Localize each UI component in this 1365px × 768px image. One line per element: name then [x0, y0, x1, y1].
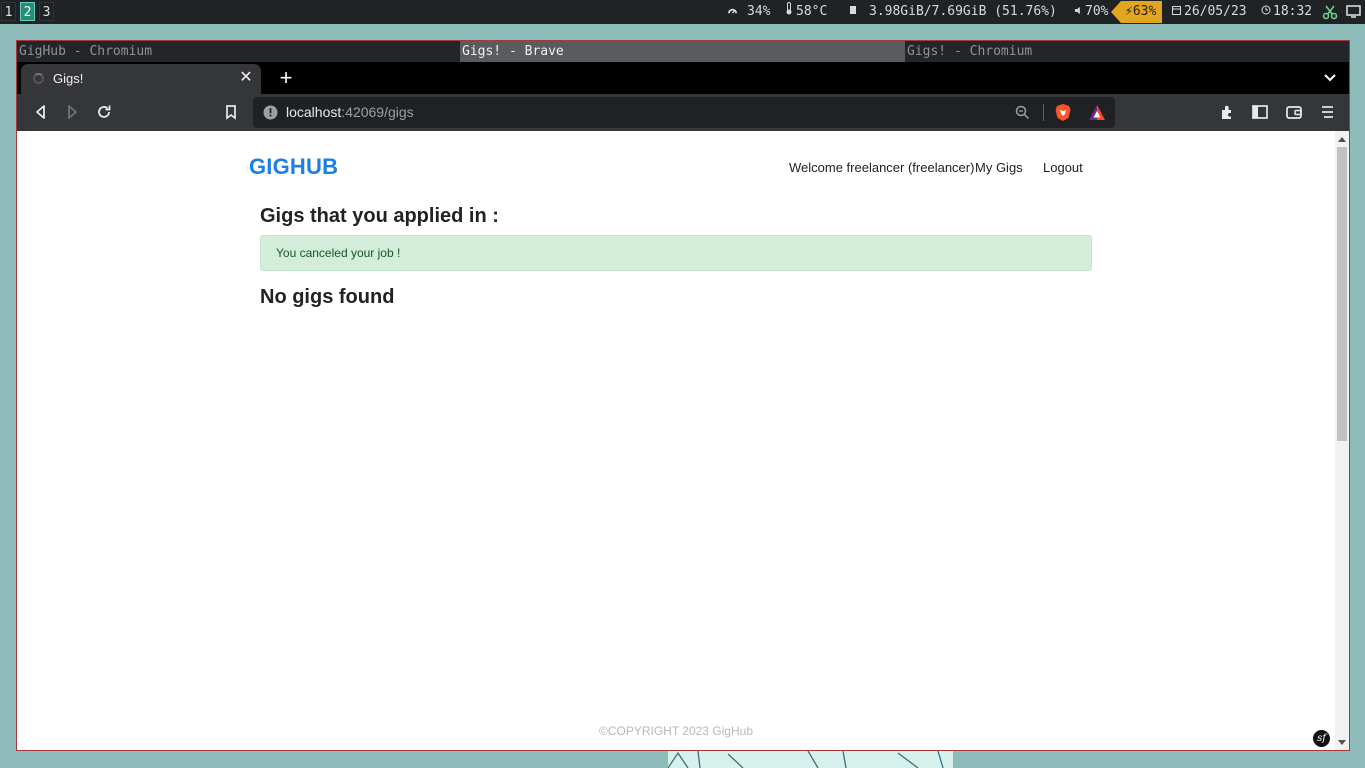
- url-text[interactable]: localhost:42069/gigs: [286, 104, 414, 120]
- close-tab-icon[interactable]: ✕: [237, 69, 255, 87]
- cpu-usage: 34%: [747, 4, 771, 19]
- tab-title: Gigs!: [53, 71, 84, 86]
- clock-icon: [1261, 0, 1271, 24]
- logout-link[interactable]: Logout: [1043, 160, 1083, 175]
- workspace-1[interactable]: 1: [1, 2, 16, 21]
- page-viewport: GIGHUB Welcome freelancer (freelancer) M…: [17, 131, 1335, 750]
- zoom-icon[interactable]: [1015, 105, 1030, 125]
- menu-icon[interactable]: [1318, 102, 1338, 122]
- new-tab-button[interactable]: +: [275, 66, 297, 90]
- chevron-down-icon[interactable]: [1323, 70, 1337, 89]
- my-gigs-link[interactable]: My Gigs: [975, 160, 1023, 175]
- url-host: localhost: [286, 104, 342, 120]
- back-icon[interactable]: [31, 102, 51, 122]
- tab-gigs[interactable]: Gigs! ✕: [21, 64, 261, 94]
- browser-window: GigHub - Chromium Gigs! - Brave Gigs! - …: [16, 40, 1350, 751]
- address-bar[interactable]: localhost:42069/gigs: [253, 97, 1115, 128]
- workspace-3[interactable]: 3: [39, 2, 54, 21]
- site-info-icon[interactable]: [263, 105, 278, 125]
- wm-title-gighub-chromium[interactable]: GigHub - Chromium: [17, 41, 462, 62]
- thermometer-icon: [785, 0, 793, 24]
- time: 18:32: [1273, 4, 1313, 19]
- page-title: Gigs that you applied in :: [260, 205, 499, 227]
- symfony-debug-icon[interactable]: sf: [1313, 730, 1330, 747]
- tab-strip: Gigs! ✕ +: [17, 62, 1349, 94]
- loading-spinner-icon: [33, 73, 44, 84]
- cpu-temperature: 58°C: [796, 4, 828, 19]
- success-alert: You canceled your job !: [260, 235, 1092, 271]
- wm-title-gigs-brave[interactable]: Gigs! - Brave: [460, 41, 905, 62]
- scroll-down-arrow-icon[interactable]: [1338, 740, 1346, 745]
- scroll-up-arrow-icon[interactable]: [1338, 137, 1346, 142]
- url-path: :42069/gigs: [341, 104, 414, 120]
- brave-shields-icon[interactable]: [1054, 103, 1072, 127]
- gauge-icon: [728, 0, 737, 24]
- speaker-icon: [1074, 0, 1083, 24]
- wallet-icon[interactable]: [1284, 102, 1304, 122]
- status-bar: 1 2 3 34% 58°C 3.98GiB/7.69GiB (51.76%) …: [0, 0, 1365, 24]
- empty-state-message: No gigs found: [260, 286, 395, 308]
- memory-icon: [849, 0, 857, 24]
- tray-window-icon[interactable]: [1346, 0, 1361, 24]
- date: 26/05/23: [1184, 4, 1247, 19]
- battery-charging-icon: ⚡: [1125, 4, 1133, 19]
- reload-icon[interactable]: [94, 102, 114, 122]
- volume-level[interactable]: 70%: [1085, 0, 1108, 24]
- wallpaper-fragment: [668, 751, 953, 768]
- footer-copyright: ©COPYRIGHT 2023 GigHub: [598, 724, 753, 738]
- wm-title-gigs-chromium[interactable]: Gigs! - Chromium: [905, 41, 1349, 62]
- browser-toolbar: localhost:42069/gigs: [17, 94, 1349, 131]
- scrollbar-thumb[interactable]: [1337, 147, 1347, 441]
- window-title-bar: GigHub - Chromium Gigs! - Brave Gigs! - …: [17, 41, 1349, 62]
- sidebar-icon[interactable]: [1250, 102, 1270, 122]
- battery-level: 63%: [1132, 4, 1157, 19]
- omnibox-divider: [1043, 104, 1044, 121]
- tray-app-icon[interactable]: [1322, 0, 1338, 24]
- battery-indicator: ⚡63%: [1111, 1, 1163, 23]
- welcome-text: Welcome freelancer (freelancer): [789, 160, 975, 175]
- workspace-2[interactable]: 2: [20, 2, 35, 21]
- bookmark-icon[interactable]: [221, 102, 241, 122]
- extensions-icon[interactable]: [1218, 102, 1238, 122]
- page-scrollbar[interactable]: [1335, 131, 1349, 750]
- forward-icon[interactable]: [62, 102, 82, 122]
- memory-usage: 3.98GiB/7.69GiB (51.76%): [869, 4, 1057, 19]
- brave-rewards-icon[interactable]: [1088, 104, 1106, 126]
- brand-logo-link[interactable]: GIGHUB: [249, 154, 338, 180]
- calendar-icon: [1172, 0, 1181, 24]
